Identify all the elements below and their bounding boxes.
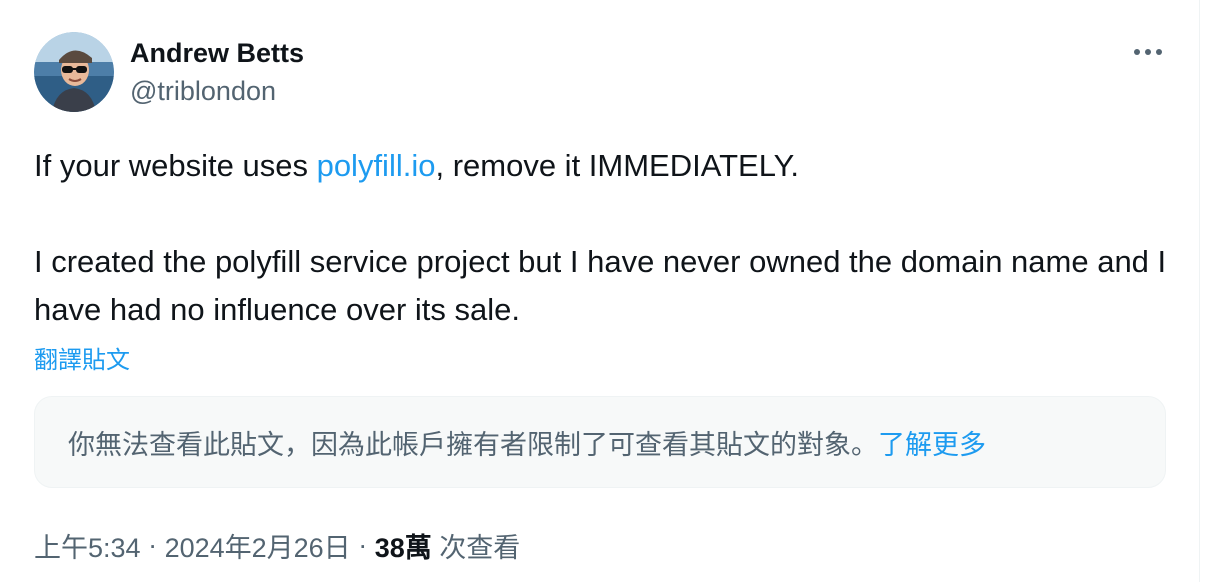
tweet-header: Andrew Betts @triblondon — [34, 32, 304, 112]
tweet-date[interactable]: 2024年2月26日 — [165, 526, 351, 565]
author-handle[interactable]: @triblondon — [130, 73, 304, 109]
tweet-meta: 上午5:34 · 2024年2月26日 · 38萬 次查看 — [34, 526, 520, 565]
tweet-time[interactable]: 上午5:34 — [34, 526, 141, 565]
avatar[interactable] — [34, 32, 114, 112]
learn-more-link[interactable]: 了解更多 — [878, 423, 986, 462]
tweet-text: If your website uses polyfill.io, remove… — [34, 142, 1174, 334]
meta-separator: · — [350, 530, 375, 560]
more-horizontal-icon — [1134, 49, 1162, 55]
meta-separator: · — [140, 530, 165, 560]
tweet-text-before-link: If your website uses — [34, 148, 317, 183]
views-count: 38萬 — [374, 533, 432, 563]
author-names: Andrew Betts @triblondon — [130, 35, 304, 109]
restricted-notice-message: 你無法查看此貼文，因為此帳戶擁有者限制了可查看其貼文的對象。 — [68, 429, 878, 460]
more-options-button[interactable] — [1126, 38, 1170, 66]
polyfill-link[interactable]: polyfill.io — [317, 148, 436, 183]
translate-post-link[interactable]: 翻譯貼文 — [34, 340, 130, 375]
views-label: 次查看 — [431, 533, 521, 563]
author-display-name[interactable]: Andrew Betts — [130, 35, 304, 71]
restricted-notice: 你無法查看此貼文，因為此帳戶擁有者限制了可查看其貼文的對象。 了解更多 — [34, 396, 1166, 488]
tweet-card: Andrew Betts @triblondon If your website… — [0, 0, 1200, 582]
